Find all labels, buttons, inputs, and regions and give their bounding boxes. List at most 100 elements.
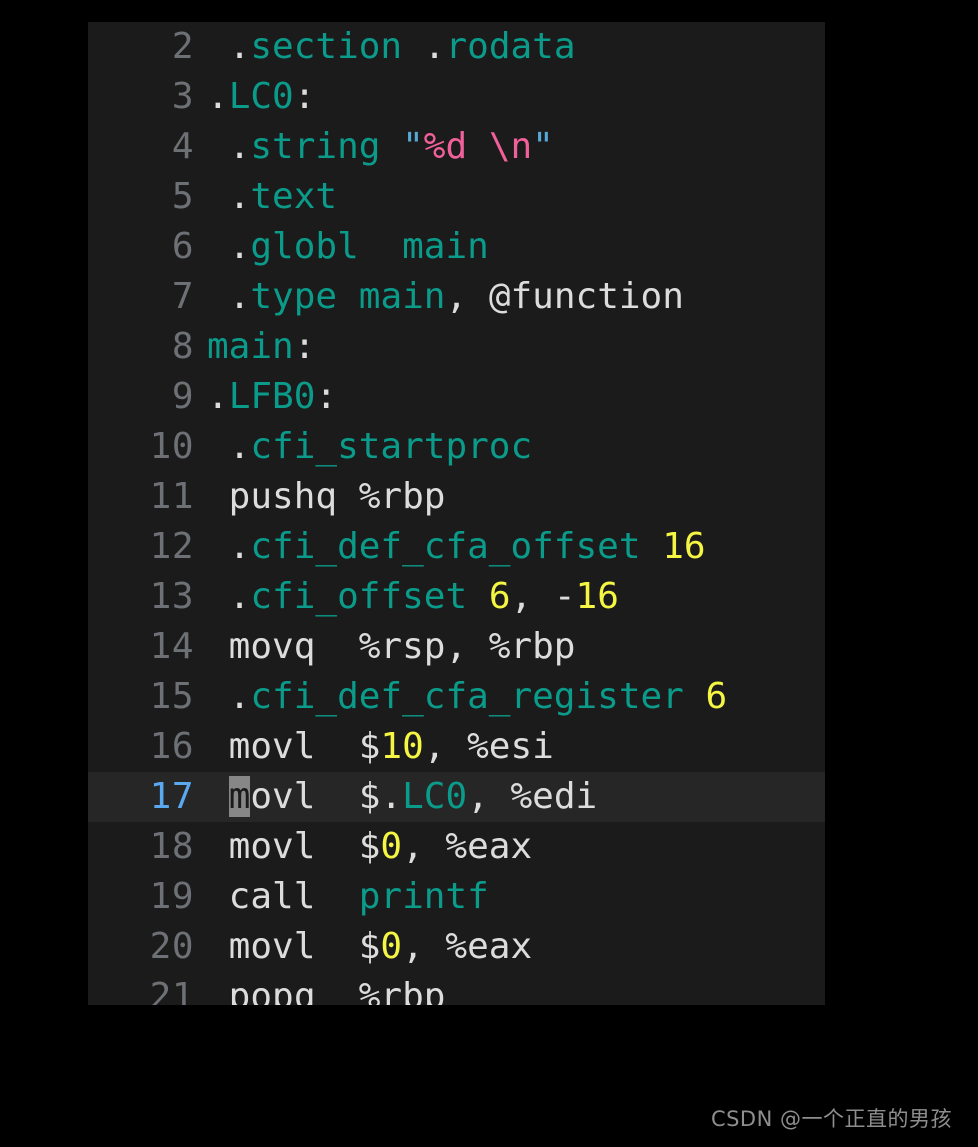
code-line-text[interactable]: .cfi_def_cfa_offset 16 (207, 522, 706, 572)
code-line-text[interactable]: pushq %rbp (207, 472, 446, 522)
code-line[interactable]: 20 movl $0, %eax (88, 922, 825, 972)
code-line-text[interactable]: popq %rbp (207, 972, 446, 1005)
code-token-punct: : (293, 326, 316, 367)
line-number: 3 (171, 76, 194, 117)
code-token-punct: : (293, 76, 316, 117)
code-token-punct: . (228, 226, 251, 267)
code-token-label: LC0 (228, 76, 294, 117)
code-token-str: %d \n (423, 126, 533, 167)
code-line[interactable]: 12 .cfi_def_cfa_offset 16 (88, 522, 825, 572)
code-line[interactable]: 18 movl $0, %eax (88, 822, 825, 872)
code-line-text[interactable]: .section .rodata (207, 22, 576, 72)
line-number: 20 (149, 926, 194, 967)
code-token-punct: : (315, 376, 338, 417)
code-token-num: 0 (380, 926, 403, 967)
code-line-text[interactable]: movq %rsp, %rbp (207, 622, 576, 672)
code-token-punct: , (445, 276, 468, 317)
code-token-num: 0 (380, 826, 403, 867)
code-token-plain: , %eax (402, 926, 533, 967)
code-line-text[interactable]: .globl main (207, 222, 489, 272)
code-line[interactable]: 5 .text (88, 172, 825, 222)
code-line-text[interactable]: movl $10, %esi (207, 722, 554, 772)
code-line[interactable]: 2 .section .rodata (88, 22, 825, 72)
code-token-num: 16 (662, 526, 706, 567)
code-line[interactable]: 21 popq %rbp (88, 972, 825, 1005)
line-number: 7 (171, 276, 194, 317)
code-token-func: printf (358, 876, 489, 917)
code-token-plain: call (207, 876, 359, 917)
code-token-punct: . (228, 26, 251, 67)
line-number: 19 (149, 876, 194, 917)
code-token-punct: . (423, 26, 446, 67)
code-line-active[interactable]: 17 movl $.LC0, %edi (88, 772, 825, 822)
line-number: 14 (149, 626, 194, 667)
code-token-punct: . (228, 176, 251, 217)
code-token-punct: - (553, 576, 576, 617)
code-line-text[interactable]: .type main, @function (207, 272, 684, 322)
code-line-text[interactable]: .text (207, 172, 337, 222)
code-line-text[interactable]: .LFB0: (207, 372, 337, 422)
code-line-list[interactable]: 2 .section .rodata 3 .LC0: 4 .string "%d \n… (88, 22, 825, 1005)
line-number: 17 (149, 776, 194, 817)
code-token-func: main (358, 276, 446, 317)
code-token-punct: . (228, 426, 251, 467)
line-number: 12 (149, 526, 194, 567)
code-line-text[interactable]: .cfi_def_cfa_register 6 (207, 672, 728, 722)
code-token-plain: , %eax (402, 826, 533, 867)
code-token-func: main (402, 226, 489, 267)
code-line-text[interactable]: .cfi_offset 6, -16 (207, 572, 619, 622)
code-token-quote: " (402, 126, 424, 167)
code-line[interactable]: 11 pushq %rbp (88, 472, 825, 522)
code-token-num: 6 (488, 576, 511, 617)
code-line[interactable]: 7 .type main, @function (88, 272, 825, 322)
code-line-text[interactable]: movl $0, %eax (207, 922, 532, 972)
code-line-text[interactable]: main: (207, 322, 315, 372)
code-token-punct: . (380, 776, 403, 817)
code-line[interactable]: 10 .cfi_startproc (88, 422, 825, 472)
code-line-text[interactable]: movl $.LC0, %edi (207, 772, 597, 822)
code-token-plain: pushq %rbp (207, 476, 446, 517)
code-line[interactable]: 6 .globl main (88, 222, 825, 272)
code-line-text[interactable]: .cfi_startproc (207, 422, 532, 472)
code-line-text[interactable]: call printf (207, 872, 489, 922)
code-token-quote: " (532, 126, 554, 167)
code-line[interactable]: 16 movl $10, %esi (88, 722, 825, 772)
code-token-plain: movl $ (207, 926, 381, 967)
line-number: 5 (171, 176, 194, 217)
code-line-text[interactable]: .LC0: (207, 72, 315, 122)
code-line-text[interactable]: .string "%d \n" (207, 122, 554, 172)
code-token-plain: movq %rsp, %rbp (207, 626, 576, 667)
code-token-punct: . (207, 76, 229, 117)
code-line[interactable]: 19 call printf (88, 872, 825, 922)
line-number: 15 (149, 676, 194, 717)
code-token-label: main (207, 326, 294, 367)
code-line[interactable]: 15 .cfi_def_cfa_register 6 (88, 672, 825, 722)
code-token-dir: text (250, 176, 338, 217)
code-line[interactable]: 14 movq %rsp, %rbp (88, 622, 825, 672)
code-line[interactable]: 13 .cfi_offset 6, -16 (88, 572, 825, 622)
line-number: 2 (171, 26, 194, 67)
code-token-label: LC0 (402, 776, 468, 817)
code-editor-panel[interactable]: 2 .section .rodata 3 .LC0: 4 .string "%d \n… (88, 22, 825, 1005)
code-line-text[interactable]: movl $0, %eax (207, 822, 532, 872)
line-number: 10 (149, 426, 194, 467)
code-line[interactable]: 9 .LFB0: (88, 372, 825, 422)
code-token-punct: . (207, 376, 229, 417)
code-token-punct: . (228, 526, 251, 567)
code-line[interactable]: 4 .string "%d \n" (88, 122, 825, 172)
code-line[interactable]: 8 main: (88, 322, 825, 372)
line-number: 9 (171, 376, 194, 417)
code-token-dir: cfi_def_cfa_offset (250, 526, 641, 567)
code-line[interactable]: 3 .LC0: (88, 72, 825, 122)
code-token-num: 6 (705, 676, 728, 717)
line-number: 18 (149, 826, 194, 867)
